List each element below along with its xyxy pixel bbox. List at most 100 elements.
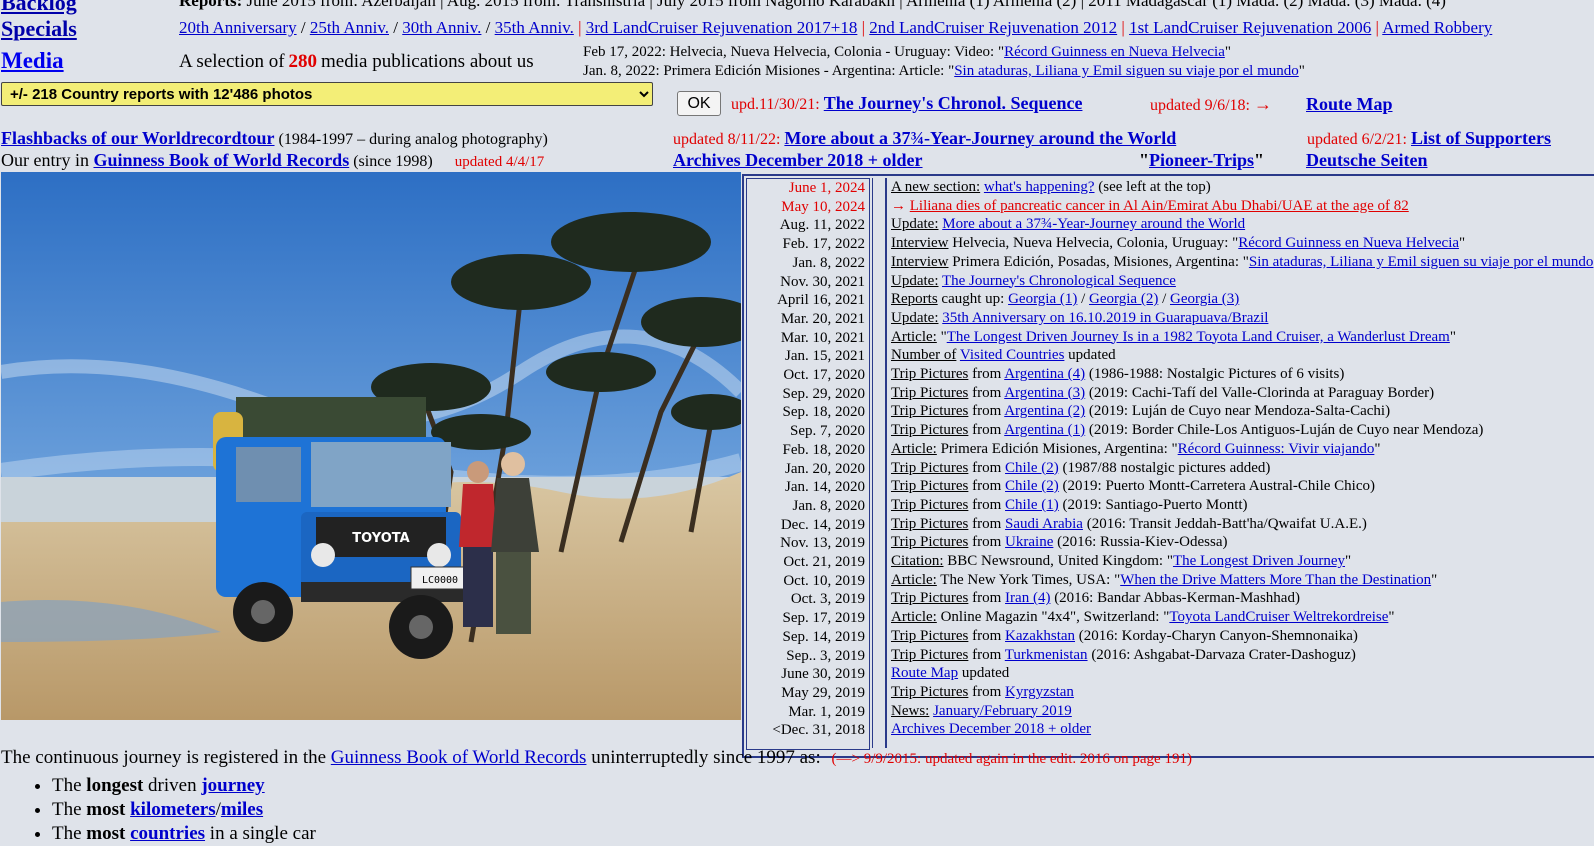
update-date: Dec. 14, 2019 bbox=[780, 516, 865, 533]
update-link[interactable]: Georgia (3) bbox=[1170, 291, 1239, 307]
update-link[interactable]: Turkmenistan bbox=[1005, 647, 1088, 663]
media-summary: A selection of 280 media publications ab… bbox=[179, 51, 534, 73]
update-link[interactable]: Argentina (1) bbox=[1004, 422, 1085, 438]
update-date: Sep. 18, 2020 bbox=[782, 404, 866, 421]
update-category: Trip Pictures bbox=[891, 590, 969, 607]
update-text: from bbox=[968, 422, 1005, 439]
update-link[interactable]: The Journey's Chronological Sequence bbox=[942, 273, 1176, 289]
special-link[interactable]: Armed Robbery bbox=[1382, 18, 1492, 37]
update-text: from bbox=[968, 403, 1005, 420]
country-reports-select[interactable]: +/- 218 Country reports with 12'486 phot… bbox=[1, 82, 653, 106]
update-link[interactable]: Kazakhstan bbox=[1005, 628, 1075, 644]
special-link[interactable]: 25th Anniv. bbox=[310, 18, 389, 37]
update-link[interactable]: Georgia (2) bbox=[1089, 291, 1158, 307]
more-about-link[interactable]: More about a 37¾-Year-Journey around the… bbox=[784, 128, 1176, 148]
update-link[interactable]: Saudi Arabia bbox=[1005, 516, 1083, 532]
update-text: BBC Newsround, United Kingdom: " bbox=[943, 553, 1173, 569]
record-link[interactable]: journey bbox=[201, 775, 264, 796]
deutsch-link[interactable]: Deutsche Seiten bbox=[1306, 150, 1427, 171]
special-link[interactable]: 20th Anniversary bbox=[179, 18, 297, 37]
route-map-link[interactable]: Route Map bbox=[1306, 94, 1393, 115]
update-link[interactable]: Route Map bbox=[891, 665, 958, 681]
update-text: updated bbox=[1064, 347, 1116, 364]
special-link[interactable]: 2nd LandCruiser Rejuvenation 2012 bbox=[869, 18, 1117, 37]
update-link[interactable]: Kyrgyzstan bbox=[1005, 684, 1074, 700]
update-entry: Trip Pictures from Chile (2) (2019: Puer… bbox=[891, 478, 1375, 495]
pioneer-q1: " bbox=[1139, 150, 1149, 170]
guinness-link[interactable]: Guinness Book of World Records bbox=[93, 150, 349, 170]
update-date: May 29, 2019 bbox=[781, 684, 865, 701]
update-link[interactable]: The Longest Driven Journey bbox=[1173, 553, 1345, 569]
record-link[interactable]: countries bbox=[130, 823, 205, 844]
nav-media[interactable]: Media bbox=[1, 48, 64, 74]
update-category: Trip Pictures bbox=[891, 366, 969, 382]
update-entry: Article: "The Longest Driven Journey Is … bbox=[891, 329, 1456, 346]
update-link[interactable]: Argentina (4) bbox=[1004, 366, 1085, 382]
special-link[interactable]: 35th Anniv. bbox=[495, 18, 574, 37]
flashbacks-link[interactable]: Flashbacks of our Worldrecordtour bbox=[1, 128, 275, 148]
record-mid: driven bbox=[143, 775, 202, 796]
special-link[interactable]: 3rd LandCruiser Rejuvenation 2017+18 bbox=[586, 18, 858, 37]
media-pub-1: Feb 17, 2022: Helvecia, Nueva Helvecia, … bbox=[583, 44, 1231, 61]
guinness-since: (since 1998) bbox=[349, 153, 433, 170]
update-link[interactable]: Georgia (1) bbox=[1008, 291, 1077, 307]
flashbacks-row: Flashbacks of our Worldrecordtour (1984-… bbox=[1, 128, 548, 149]
update-link[interactable]: The Longest Driven Journey Is in a 1982 … bbox=[947, 329, 1450, 345]
record-link[interactable]: kilometers bbox=[130, 799, 215, 820]
update-link[interactable]: Visited Countries bbox=[960, 347, 1065, 363]
update-category: Article: bbox=[891, 328, 937, 345]
separator: / bbox=[389, 18, 403, 37]
pioneer-q2: " bbox=[1253, 150, 1264, 170]
guinness-prefix: Our entry in bbox=[1, 150, 94, 170]
update-link[interactable]: Ukraine bbox=[1005, 534, 1053, 550]
special-link[interactable]: 1st LandCruiser Rejuvenation 2006 bbox=[1129, 18, 1371, 37]
license-plate: LC0000 bbox=[422, 575, 458, 586]
update-link[interactable]: Récord Guinness: Vivir viajando bbox=[1178, 441, 1375, 457]
continuous-guinness-link[interactable]: Guinness Book of World Records bbox=[331, 747, 587, 768]
update-category: Trip Pictures bbox=[891, 459, 969, 476]
supporters-upd: updated 6/2/21: bbox=[1307, 131, 1407, 148]
continuous-suffix: uninterruptedly since 1997 as: bbox=[586, 747, 821, 768]
reports-text[interactable]: June 2015 from: Azerbaijan | Aug. 2015 f… bbox=[247, 0, 1446, 10]
ok-button[interactable]: OK bbox=[677, 91, 721, 116]
nav-backlog[interactable]: Backlog bbox=[1, 0, 77, 16]
update-text: The New York Times, USA: " bbox=[936, 571, 1121, 588]
update-entry: Reports caught up: Georgia (1) / Georgia… bbox=[891, 291, 1239, 308]
supporters-link[interactable]: List of Supporters bbox=[1411, 128, 1551, 148]
update-link[interactable]: what's happening? bbox=[984, 179, 1095, 195]
update-link[interactable]: Liliana dies of pancreatic cancer in Al … bbox=[910, 198, 1409, 214]
update-text: / bbox=[1158, 291, 1170, 308]
update-text: (1986-1988: Nostalgic Pictures of 6 visi… bbox=[1085, 366, 1345, 382]
update-link[interactable]: Récord Guinness en Nueva Helvecia bbox=[1238, 235, 1459, 251]
update-link[interactable]: Chile (1) bbox=[1005, 497, 1059, 513]
update-entry: Trip Pictures from Chile (2) (1987/88 no… bbox=[891, 460, 1270, 477]
nav-specials[interactable]: Specials bbox=[1, 16, 77, 42]
update-link[interactable]: Argentina (2) bbox=[1004, 403, 1085, 419]
pioneer-link[interactable]: Pioneer-Trips bbox=[1149, 150, 1254, 170]
update-link[interactable]: When the Drive Matters More Than the Des… bbox=[1120, 572, 1431, 588]
update-link[interactable]: Sin ataduras, Liliana y Emil siguen su v… bbox=[1249, 254, 1594, 270]
special-link[interactable]: 30th Anniv. bbox=[402, 18, 481, 37]
update-link[interactable]: Argentina (3) bbox=[1004, 385, 1085, 401]
update-link[interactable]: Chile (2) bbox=[1005, 478, 1059, 494]
update-link[interactable]: Chile (2) bbox=[1005, 460, 1059, 476]
update-date: Mar. 20, 2021 bbox=[780, 310, 865, 327]
continuous-prefix: The continuous journey is registered in … bbox=[1, 747, 331, 768]
continuous-note: (—> 9/9/2015: updated again in the edit.… bbox=[831, 751, 1192, 767]
update-link[interactable]: Toyota LandCruiser Weltrekordreise bbox=[1169, 609, 1388, 625]
landcruiser-photo: TOYOTA LC0000 bbox=[1, 172, 741, 720]
pub2-link[interactable]: Sin ataduras, Liliana y Emil siguen su v… bbox=[954, 63, 1299, 79]
record-bold: most bbox=[86, 799, 126, 820]
update-link[interactable]: Archives December 2018 + older bbox=[891, 721, 1091, 737]
update-date: Sep. 7, 2020 bbox=[790, 423, 865, 440]
update-link[interactable]: January/February 2019 bbox=[933, 703, 1072, 719]
flashbacks-note: (1984-1997 – during analog photography) bbox=[274, 131, 548, 148]
update-link[interactable]: More about a 37¾-Year-Journey around the… bbox=[942, 216, 1245, 232]
archives-link[interactable]: Archives December 2018 + older bbox=[673, 150, 923, 171]
pub1-link[interactable]: Récord Guinness en Nueva Helvecia bbox=[1004, 44, 1225, 60]
chrono-link[interactable]: The Journey's Chronol. Sequence bbox=[824, 93, 1083, 113]
record-link[interactable]: miles bbox=[221, 799, 263, 820]
toyota-badge: TOYOTA bbox=[352, 531, 409, 546]
update-link[interactable]: 35th Anniversary on 16.10.2019 in Guarap… bbox=[942, 310, 1268, 326]
update-link[interactable]: Iran (4) bbox=[1005, 590, 1050, 606]
